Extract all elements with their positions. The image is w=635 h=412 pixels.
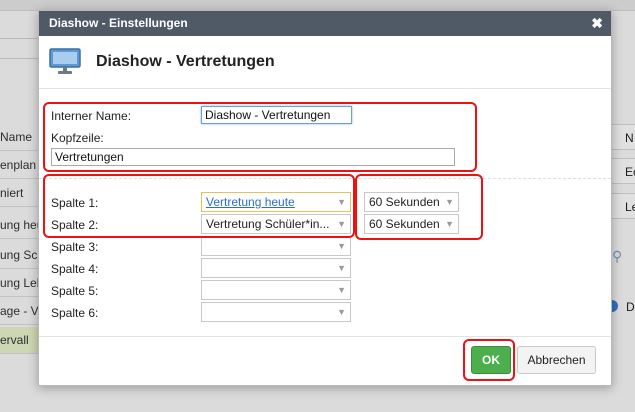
chevron-down-icon: ▼ [337,197,346,207]
chevron-down-icon: ▼ [337,285,346,295]
column-2-select[interactable]: Vertretung Schüler*in... ▼ [201,214,351,234]
column-1-label: Spalte 1: [51,196,99,210]
column-1-duration-select[interactable]: 60 Sekunden ▼ [364,192,459,212]
chevron-down-icon: ▼ [337,241,346,251]
column-5-label: Spalte 5: [51,284,99,298]
column-3-select[interactable]: ▼ [201,236,351,256]
monitor-icon [49,48,81,74]
dialog-header: Diashow - Vertretungen [39,36,611,89]
column-2-duration: 60 Sekunden [369,217,440,231]
column-6-select[interactable]: ▼ [201,302,351,322]
close-icon[interactable]: ✖ [591,11,603,36]
column-1-value: Vertretung heute [206,195,295,209]
chevron-down-icon: ▼ [445,197,454,207]
header-line-input[interactable] [51,148,455,166]
column-2-value: Vertretung Schüler*in... [206,217,330,231]
ok-button[interactable]: OK [471,346,511,374]
internal-name-input[interactable] [201,106,352,124]
chevron-down-icon: ▼ [337,307,346,317]
section-divider [39,178,611,179]
dialog-header-title: Diashow - Vertretungen [96,53,275,70]
column-1-select[interactable]: Vertretung heute ▼ [201,192,351,212]
column-2-duration-select[interactable]: 60 Sekunden ▼ [364,214,459,234]
column-6-label: Spalte 6: [51,306,99,320]
column-4-select[interactable]: ▼ [201,258,351,278]
dialog-titlebar: Diashow - Einstellungen ✖ [39,11,611,36]
header-line-label: Kopfzeile: [51,131,104,145]
chevron-down-icon: ▼ [337,219,346,229]
column-2-label: Spalte 2: [51,218,99,232]
column-4-label: Spalte 4: [51,262,99,276]
column-1-duration: 60 Sekunden [369,195,440,209]
chevron-down-icon: ▼ [445,219,454,229]
internal-name-label: Interner Name: [51,109,132,123]
footer-divider [39,336,611,337]
settings-dialog: Diashow - Einstellungen ✖ Diashow - Vert… [38,10,612,386]
column-5-select[interactable]: ▼ [201,280,351,300]
dialog-title: Diashow - Einstellungen [49,16,188,30]
chevron-down-icon: ▼ [337,263,346,273]
cancel-button[interactable]: Abbrechen [517,346,596,374]
column-3-label: Spalte 3: [51,240,99,254]
